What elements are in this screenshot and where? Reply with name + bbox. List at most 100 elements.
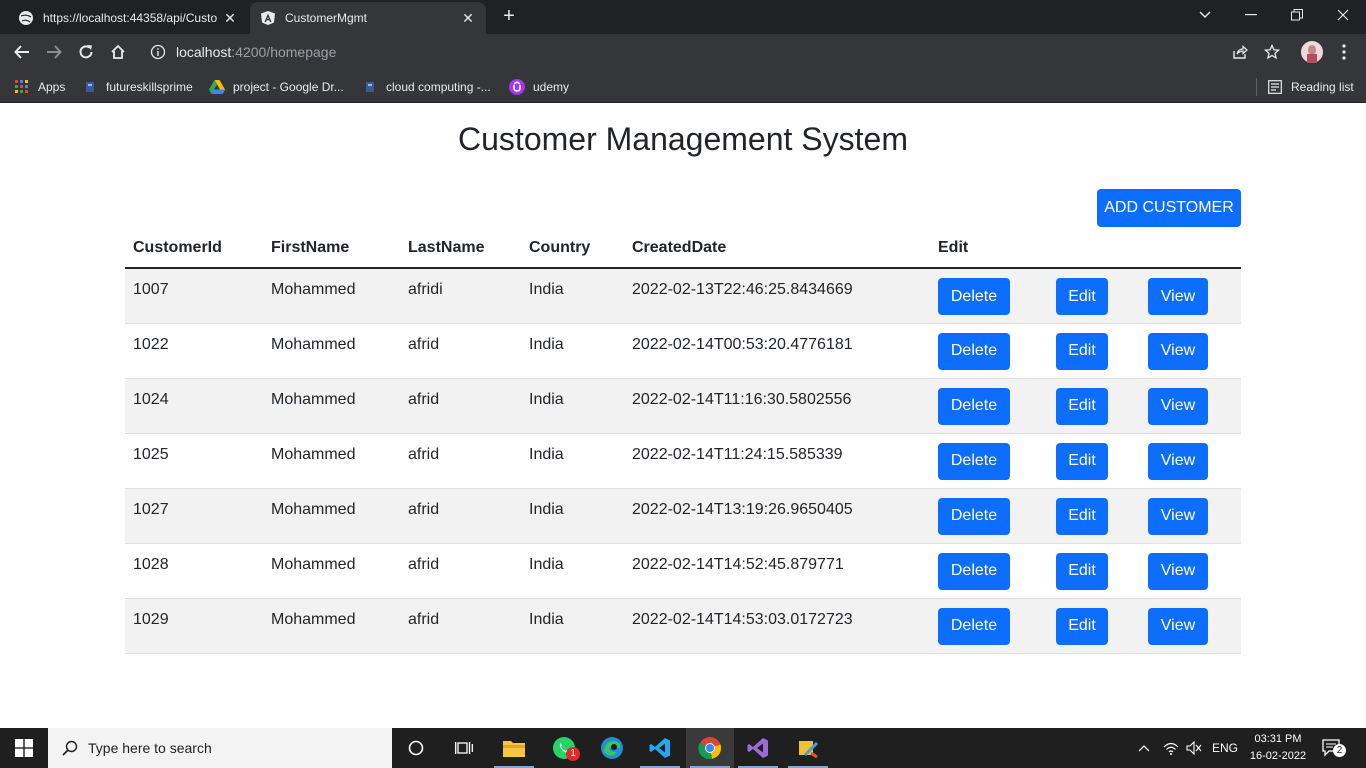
view-button[interactable]: View bbox=[1148, 387, 1208, 425]
bookmark-futureskillsprime[interactable]: futureskillsprime bbox=[82, 77, 193, 97]
cell-action: Edit bbox=[1048, 543, 1140, 599]
whatsapp-icon[interactable]: 1 bbox=[540, 728, 588, 768]
system-clock[interactable]: 03:31 PM 16-02-2022 bbox=[1246, 731, 1310, 765]
cell-firstname: Mohammed bbox=[263, 488, 400, 544]
view-button[interactable]: View bbox=[1148, 442, 1208, 480]
reload-icon[interactable] bbox=[72, 38, 100, 66]
cell-customerid: 1027 bbox=[125, 488, 263, 544]
cell-action: View bbox=[1140, 433, 1241, 489]
back-icon[interactable] bbox=[8, 38, 36, 66]
edit-button[interactable]: Edit bbox=[1056, 332, 1108, 370]
restore-icon[interactable] bbox=[1274, 0, 1320, 30]
clock-time: 03:31 PM bbox=[1254, 733, 1302, 745]
windows-start-icon[interactable] bbox=[0, 728, 48, 768]
cell-firstname: Mohammed bbox=[263, 543, 400, 599]
view-button[interactable]: View bbox=[1148, 497, 1208, 535]
bookmark-google-drive[interactable]: project - Google Dr... bbox=[209, 77, 344, 97]
address-bar[interactable]: localhost:4200/homepage bbox=[140, 37, 1290, 67]
profile-avatar[interactable] bbox=[1298, 38, 1326, 66]
cortana-icon[interactable] bbox=[392, 728, 440, 768]
bookmark-apps[interactable]: Apps bbox=[14, 77, 65, 97]
edit-button[interactable]: Edit bbox=[1056, 442, 1108, 480]
view-button[interactable]: View bbox=[1148, 552, 1208, 590]
edit-button[interactable]: Edit bbox=[1056, 278, 1108, 315]
input-language[interactable]: ENG bbox=[1212, 728, 1238, 768]
cell-action: Delete bbox=[930, 598, 1048, 654]
tab-title: https://localhost:44358/api/Custo bbox=[43, 11, 218, 25]
cell-customerid: 1022 bbox=[125, 323, 263, 379]
volume-muted-icon[interactable] bbox=[1186, 728, 1202, 768]
minimize-icon[interactable] bbox=[1228, 0, 1274, 30]
cell-customerid: 1028 bbox=[125, 543, 263, 599]
site-info-icon[interactable] bbox=[150, 44, 166, 60]
visual-studio-icon[interactable] bbox=[734, 728, 782, 768]
delete-button[interactable]: Delete bbox=[938, 442, 1010, 480]
delete-button[interactable]: Delete bbox=[938, 278, 1010, 315]
close-tab-icon[interactable]: ✕ bbox=[222, 10, 238, 26]
customer-table: CustomerId FirstName LastName Country Cr… bbox=[125, 228, 1241, 654]
tab-search-icon[interactable] bbox=[1182, 0, 1228, 30]
bookmark-cloud-computing[interactable]: cloud computing -... bbox=[362, 77, 491, 97]
cell-firstname: Mohammed bbox=[263, 598, 400, 654]
tab-api[interactable]: https://localhost:44358/api/Custo ✕ bbox=[8, 2, 248, 34]
menu-icon[interactable] bbox=[1330, 38, 1358, 66]
view-button[interactable]: View bbox=[1148, 278, 1208, 315]
cell-country: India bbox=[521, 268, 624, 324]
wifi-icon[interactable] bbox=[1163, 728, 1179, 768]
cell-country: India bbox=[521, 378, 624, 434]
chrome-icon[interactable] bbox=[686, 728, 734, 768]
cell-action: Delete bbox=[930, 433, 1048, 489]
edge-icon[interactable] bbox=[588, 728, 636, 768]
cell-firstname: Mohammed bbox=[263, 323, 400, 379]
notification-count: 2 bbox=[1333, 744, 1346, 757]
cell-customerid: 1025 bbox=[125, 433, 263, 489]
close-tab-icon[interactable]: ✕ bbox=[460, 10, 476, 26]
taskbar-search-box[interactable]: Type here to search bbox=[48, 728, 392, 768]
edit-button[interactable]: Edit bbox=[1056, 607, 1108, 645]
view-button[interactable]: View bbox=[1148, 607, 1208, 645]
cell-createddate: 2022-02-14T14:52:45.879771 bbox=[624, 543, 930, 599]
cell-lastname: afrid bbox=[400, 598, 521, 654]
bookmark-udemy[interactable]: udemy bbox=[509, 77, 569, 97]
windows-taskbar: Type here to search 1 ENG 03:31 PM 16-02… bbox=[0, 728, 1366, 768]
column-header-customerid: CustomerId bbox=[125, 228, 263, 269]
share-icon[interactable] bbox=[1226, 38, 1254, 66]
table-body: 1007 Mohammed afridi India 2022-02-13T22:46:… bbox=[125, 268, 1241, 654]
delete-button[interactable]: Delete bbox=[938, 332, 1010, 370]
delete-button[interactable]: Delete bbox=[938, 497, 1010, 535]
cell-lastname: afrid bbox=[400, 378, 521, 434]
vscode-icon[interactable] bbox=[636, 728, 684, 768]
add-customer-button[interactable]: ADD CUSTOMER bbox=[1097, 189, 1241, 227]
app-tool-icon[interactable] bbox=[784, 728, 832, 768]
delete-button[interactable]: Delete bbox=[938, 387, 1010, 425]
cell-customerid: 1029 bbox=[125, 598, 263, 654]
table-row: 1027 Mohammed afrid India 2022-02-14T13:19:2… bbox=[125, 488, 1241, 544]
delete-button[interactable]: Delete bbox=[938, 607, 1010, 645]
bookmark-label: udemy bbox=[533, 80, 570, 94]
edit-button[interactable]: Edit bbox=[1056, 552, 1108, 590]
forward-icon[interactable] bbox=[40, 38, 68, 66]
show-hidden-icons[interactable] bbox=[1138, 728, 1150, 768]
notification-center-icon[interactable]: 2 bbox=[1322, 728, 1346, 768]
edit-button[interactable]: Edit bbox=[1056, 387, 1108, 425]
cell-firstname: Mohammed bbox=[263, 433, 400, 489]
new-tab-button[interactable]: + bbox=[496, 6, 522, 28]
cell-action: View bbox=[1140, 268, 1241, 324]
cell-country: India bbox=[521, 488, 624, 544]
task-view-icon[interactable] bbox=[440, 728, 488, 768]
reading-list-label: Reading list bbox=[1291, 80, 1354, 94]
reading-list-button[interactable]: Reading list bbox=[1267, 77, 1354, 97]
edit-button[interactable]: Edit bbox=[1056, 497, 1108, 535]
bookmark-star-icon[interactable] bbox=[1258, 38, 1286, 66]
close-window-icon[interactable] bbox=[1320, 0, 1366, 30]
tab-title: CustomerMgmt bbox=[285, 11, 368, 25]
delete-button[interactable]: Delete bbox=[938, 552, 1010, 590]
column-header-firstname: FirstName bbox=[263, 228, 400, 269]
cell-action: Edit bbox=[1048, 268, 1140, 324]
view-button[interactable]: View bbox=[1148, 332, 1208, 370]
file-explorer-icon[interactable] bbox=[490, 728, 538, 768]
home-icon[interactable] bbox=[104, 38, 132, 66]
reading-list-icon bbox=[1267, 79, 1283, 95]
cell-lastname: afridi bbox=[400, 268, 521, 324]
tab-customermgmt[interactable]: CustomerMgmt ✕ bbox=[250, 2, 486, 34]
